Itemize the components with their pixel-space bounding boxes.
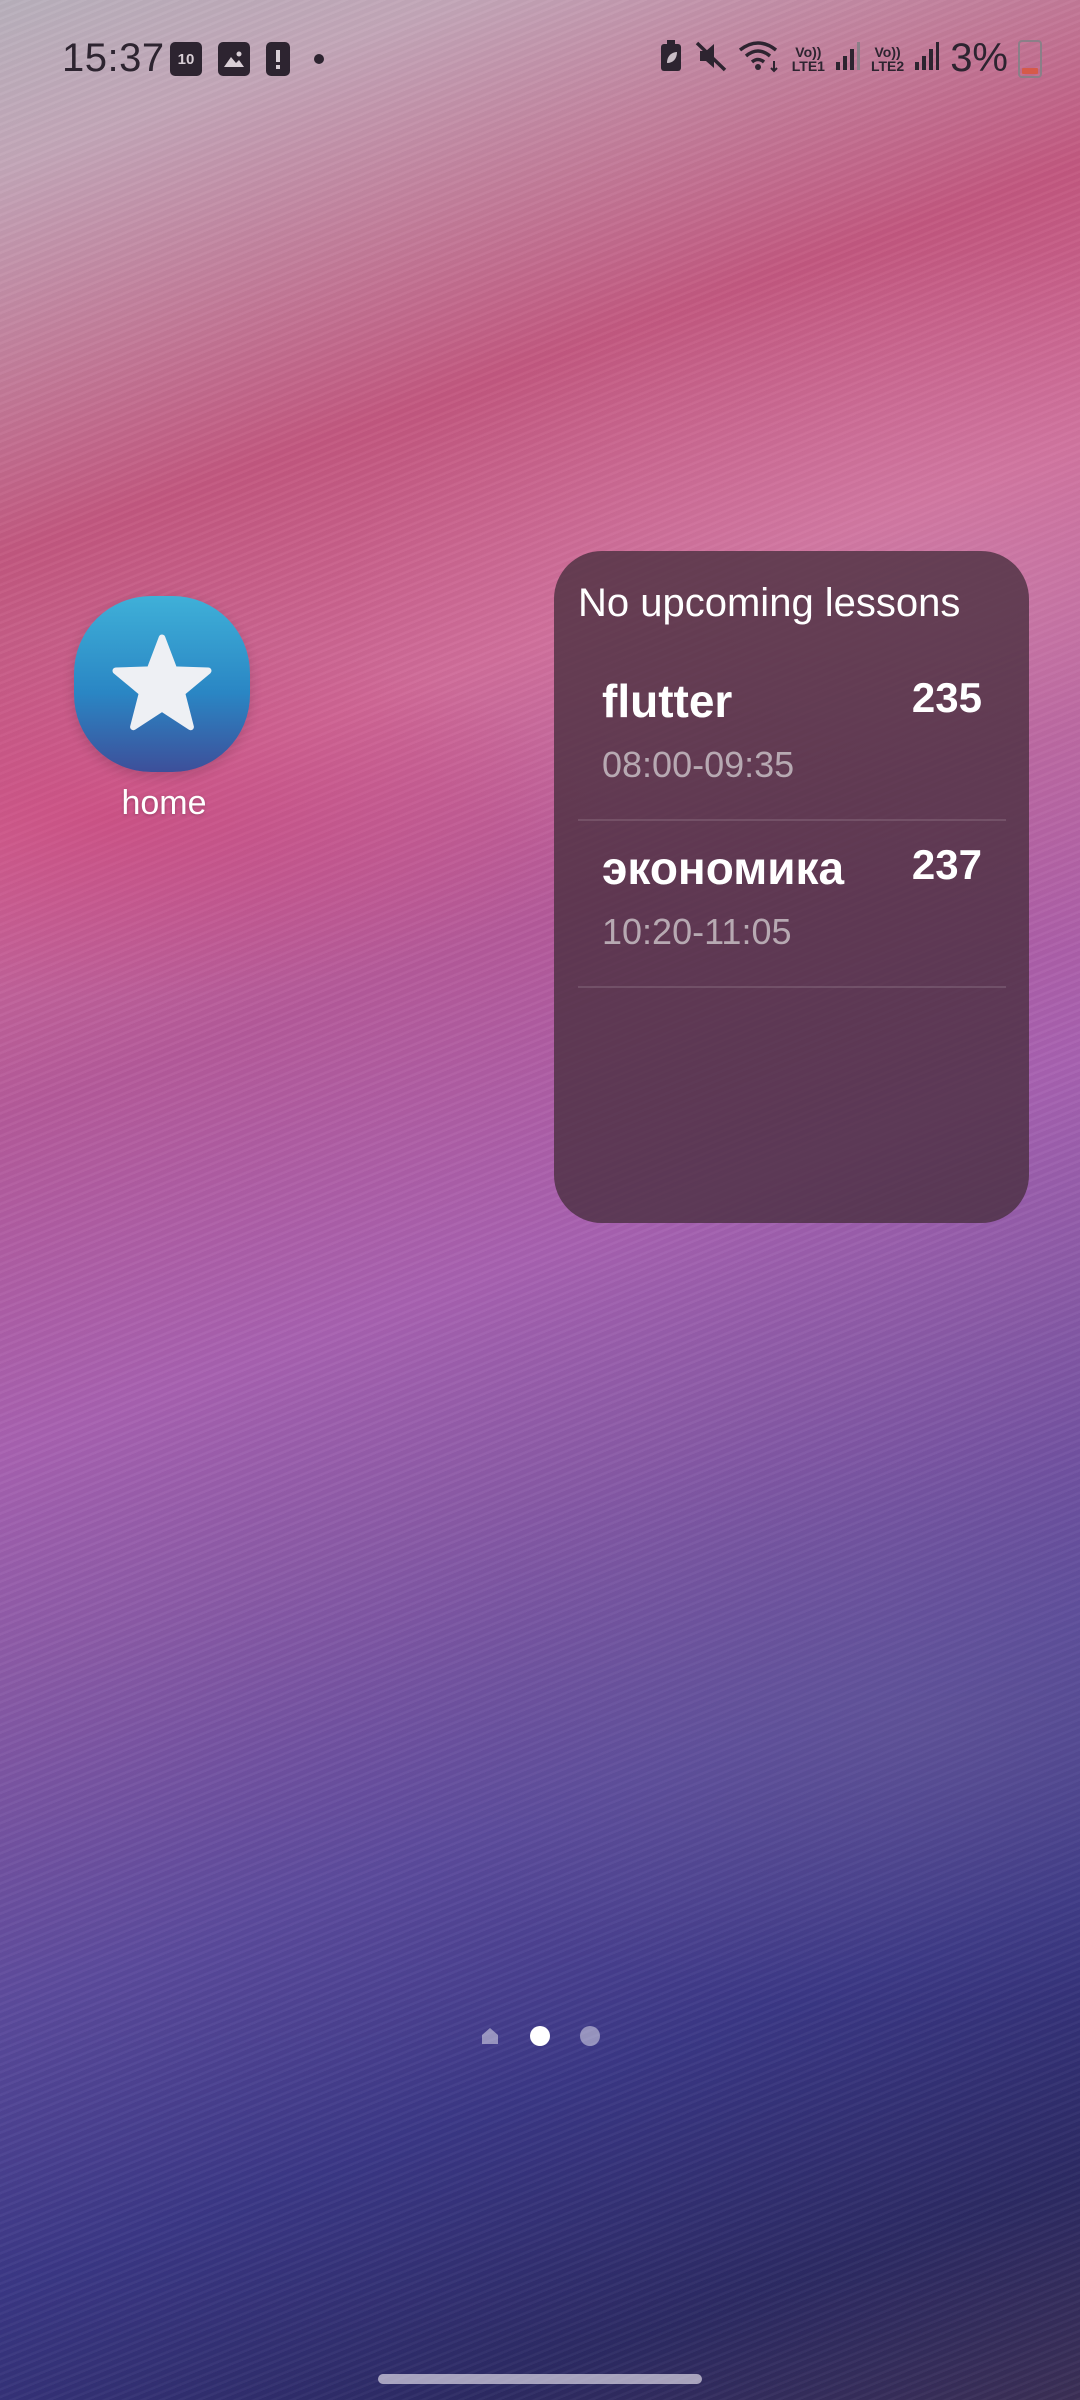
lesson-item[interactable]: flutter 08:00-09:35 235 bbox=[578, 652, 1006, 821]
status-time: 15:37 bbox=[62, 36, 165, 80]
lesson-room: 235 bbox=[911, 674, 982, 721]
status-bar: 15:37 10 Vo)) LTE1 Vo)) LTE2 3% bbox=[0, 0, 1080, 120]
alert-icon bbox=[266, 42, 290, 76]
battery-icon bbox=[1018, 39, 1042, 78]
app-home[interactable]: home bbox=[74, 596, 254, 823]
system-icons: Vo)) LTE1 Vo)) LTE2 3% bbox=[658, 36, 1042, 81]
wifi-icon bbox=[738, 39, 782, 78]
lesson-item[interactable]: экономика 10:20-11:05 237 bbox=[578, 819, 1006, 988]
notification-icons: 10 bbox=[170, 42, 324, 76]
calendar-icon: 10 bbox=[170, 42, 202, 76]
battery-level bbox=[1022, 67, 1038, 74]
signal-icon bbox=[835, 40, 861, 77]
battery-percent: 3% bbox=[950, 36, 1008, 80]
home-page-icon[interactable] bbox=[480, 2026, 500, 2046]
gesture-navigation-bar[interactable] bbox=[378, 2374, 702, 2384]
battery-saver-icon bbox=[658, 39, 684, 78]
lesson-name: flutter bbox=[602, 675, 733, 727]
lesson-time: 10:20-11:05 bbox=[602, 911, 792, 952]
page-dot[interactable] bbox=[580, 2026, 600, 2046]
calendar-day: 10 bbox=[177, 50, 195, 68]
page-indicator[interactable] bbox=[0, 2026, 1080, 2046]
signal-icon bbox=[914, 40, 940, 77]
lesson-time: 08:00-09:35 bbox=[602, 744, 795, 785]
gallery-icon bbox=[218, 42, 250, 76]
page-dot-active[interactable] bbox=[530, 2026, 550, 2046]
dot-icon bbox=[314, 54, 324, 64]
lesson-name: экономика bbox=[602, 842, 845, 894]
star-icon bbox=[112, 634, 212, 731]
sim2-label: Vo)) LTE2 bbox=[870, 43, 905, 74]
lesson-room: 237 bbox=[911, 841, 982, 888]
app-home-label: home bbox=[121, 784, 207, 822]
sim1-label: Vo)) LTE1 bbox=[791, 43, 825, 74]
lessons-widget[interactable]: No upcoming lessons flutter 08:00-09:35 … bbox=[554, 551, 1029, 1223]
widget-title: No upcoming lessons bbox=[578, 581, 961, 625]
app-home-icon[interactable] bbox=[74, 596, 250, 772]
mute-icon bbox=[694, 39, 728, 78]
